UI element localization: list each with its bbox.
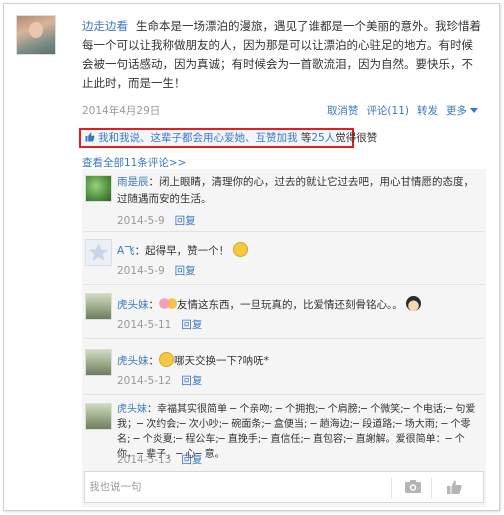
author-avatar[interactable] — [16, 15, 56, 55]
weibo-post-card: 边走边看 生命本是一场漂泊的漫旅，遇见了谁都是一个美丽的意外。我珍惜着每一个可以让… — [3, 3, 500, 511]
post-content: 边走边看 生命本是一场漂泊的漫旅，遇见了谁都是一个美丽的意外。我珍惜着每一个可以让… — [82, 17, 482, 93]
comment-text: A飞：起得早，赞一个！ — [117, 242, 481, 260]
commenter-avatar[interactable] — [85, 293, 112, 320]
comment-meta: 2014-5-9 回复 — [117, 213, 196, 228]
comment-body: ：闭上眼睛，清理你的心，过去的就让它过去吧，用心甘情愿的态度，过随遇而安的生活。 — [117, 176, 474, 205]
comment-body: 哪天交换一下?呐呒* — [174, 355, 269, 367]
comment-meta: 2014-5-12 回复 — [117, 373, 202, 388]
camera-icon[interactable] — [403, 478, 423, 496]
girl-emoji-icon — [406, 296, 422, 311]
reply-button[interactable]: 回复 — [181, 319, 202, 331]
commenter-avatar[interactable] — [85, 403, 112, 430]
more-button[interactable]: 更多 — [446, 103, 478, 118]
comment-text: 雨是辰：闭上眼睛，清理你的心，过去的就让它过去吧，用心甘情愿的态度，过随遇而安的… — [117, 174, 481, 208]
likes-middle-text: 等 — [297, 132, 312, 144]
comment-author-link[interactable]: 雨是辰 — [117, 176, 149, 188]
post-meta: 2014年4月29日 取消赞 评论(11) 转发 更多 — [82, 103, 484, 119]
comment-meta: 2014-5-11 回复 — [117, 317, 202, 332]
post-author-link[interactable]: 边走边看 — [82, 19, 128, 33]
like-hand-icon[interactable] — [445, 478, 465, 496]
comment-prefix: ： — [148, 299, 160, 311]
comment-author-link[interactable]: 虎头妹 — [117, 404, 147, 415]
couple-emoji-icon — [159, 296, 177, 311]
divider — [431, 478, 432, 498]
comment-date: 2014-5-13 — [117, 454, 172, 466]
comments-list: 雨是辰：闭上眼睛，清理你的心，过去的就让它过去吧，用心甘情愿的态度，过随遇而安的… — [82, 169, 486, 507]
comment-author-link[interactable]: 虎头妹 — [117, 299, 149, 311]
commenter-avatar[interactable] — [85, 239, 112, 266]
comment-prefix: ： — [148, 355, 160, 367]
commenter-avatar[interactable] — [85, 349, 112, 376]
share-button[interactable]: 转发 — [417, 103, 438, 118]
comment-text: 虎头妹： 哪天交换一下?呐呒* — [117, 352, 481, 370]
comment-date: 2014-5-12 — [117, 375, 172, 387]
reply-button[interactable]: 回复 — [175, 265, 196, 277]
likes-summary: 我和我说、这辈子都会用心爱她、互赞加我 等25人觉得很赞 — [79, 128, 377, 148]
commenter-avatar[interactable] — [85, 175, 112, 202]
comment-author-link[interactable]: 虎头妹 — [117, 355, 149, 367]
post-date: 2014年4月29日 — [82, 105, 161, 117]
thumbs-up-icon — [85, 132, 95, 142]
surprised-emoji-icon — [159, 352, 174, 367]
comment-body: 友情这东西，一旦玩真的，比爱情还刻骨铭心。。 — [177, 299, 403, 311]
comment-button[interactable]: 评论(11) — [366, 103, 409, 118]
comment-meta: 2014-5-9 回复 — [117, 263, 196, 278]
comment-author-link[interactable]: A飞 — [117, 245, 135, 257]
comment-date: 2014-5-11 — [117, 319, 172, 331]
comment-divider — [84, 394, 484, 395]
likes-suffix-text: 觉得很赞 — [335, 132, 378, 144]
more-label: 更多 — [446, 105, 467, 117]
tongue-emoji-icon — [232, 242, 248, 257]
reply-button[interactable]: 回复 — [181, 375, 202, 387]
comment-divider — [84, 338, 484, 339]
comment-meta: 2014-5-13 回复 — [117, 452, 202, 467]
reply-button[interactable]: 回复 — [181, 454, 202, 466]
likes-count-link[interactable]: 25人 — [311, 132, 335, 144]
comment-body: ：起得早，赞一个！ — [134, 245, 230, 257]
post-text: 生命本是一场漂泊的漫旅，遇见了谁都是一个美丽的意外。我珍惜着每一个可以让我称做朋… — [82, 19, 481, 90]
comment-date: 2014-5-9 — [117, 265, 165, 277]
comment-text: 虎头妹： 友情这东西，一旦玩真的，比爱情还刻骨铭心。。 — [117, 296, 481, 314]
comment-divider — [84, 231, 484, 232]
comment-date: 2014-5-9 — [117, 215, 165, 227]
unlike-button[interactable]: 取消赞 — [327, 103, 359, 118]
reply-button[interactable]: 回复 — [175, 215, 196, 227]
comment-divider — [84, 284, 484, 285]
comment-input[interactable] — [89, 478, 389, 496]
divider — [391, 478, 392, 498]
likers-names[interactable]: 我和我说、这辈子都会用心爱她、互赞加我 — [98, 132, 298, 144]
default-avatar-star-icon — [89, 243, 108, 261]
comment-input-box — [84, 471, 484, 503]
chevron-down-icon — [470, 108, 478, 113]
view-all-comments-link[interactable]: 查看全部11条评论>> — [82, 155, 186, 170]
post-actions: 取消赞 评论(11) 转发 更多 — [327, 103, 478, 118]
